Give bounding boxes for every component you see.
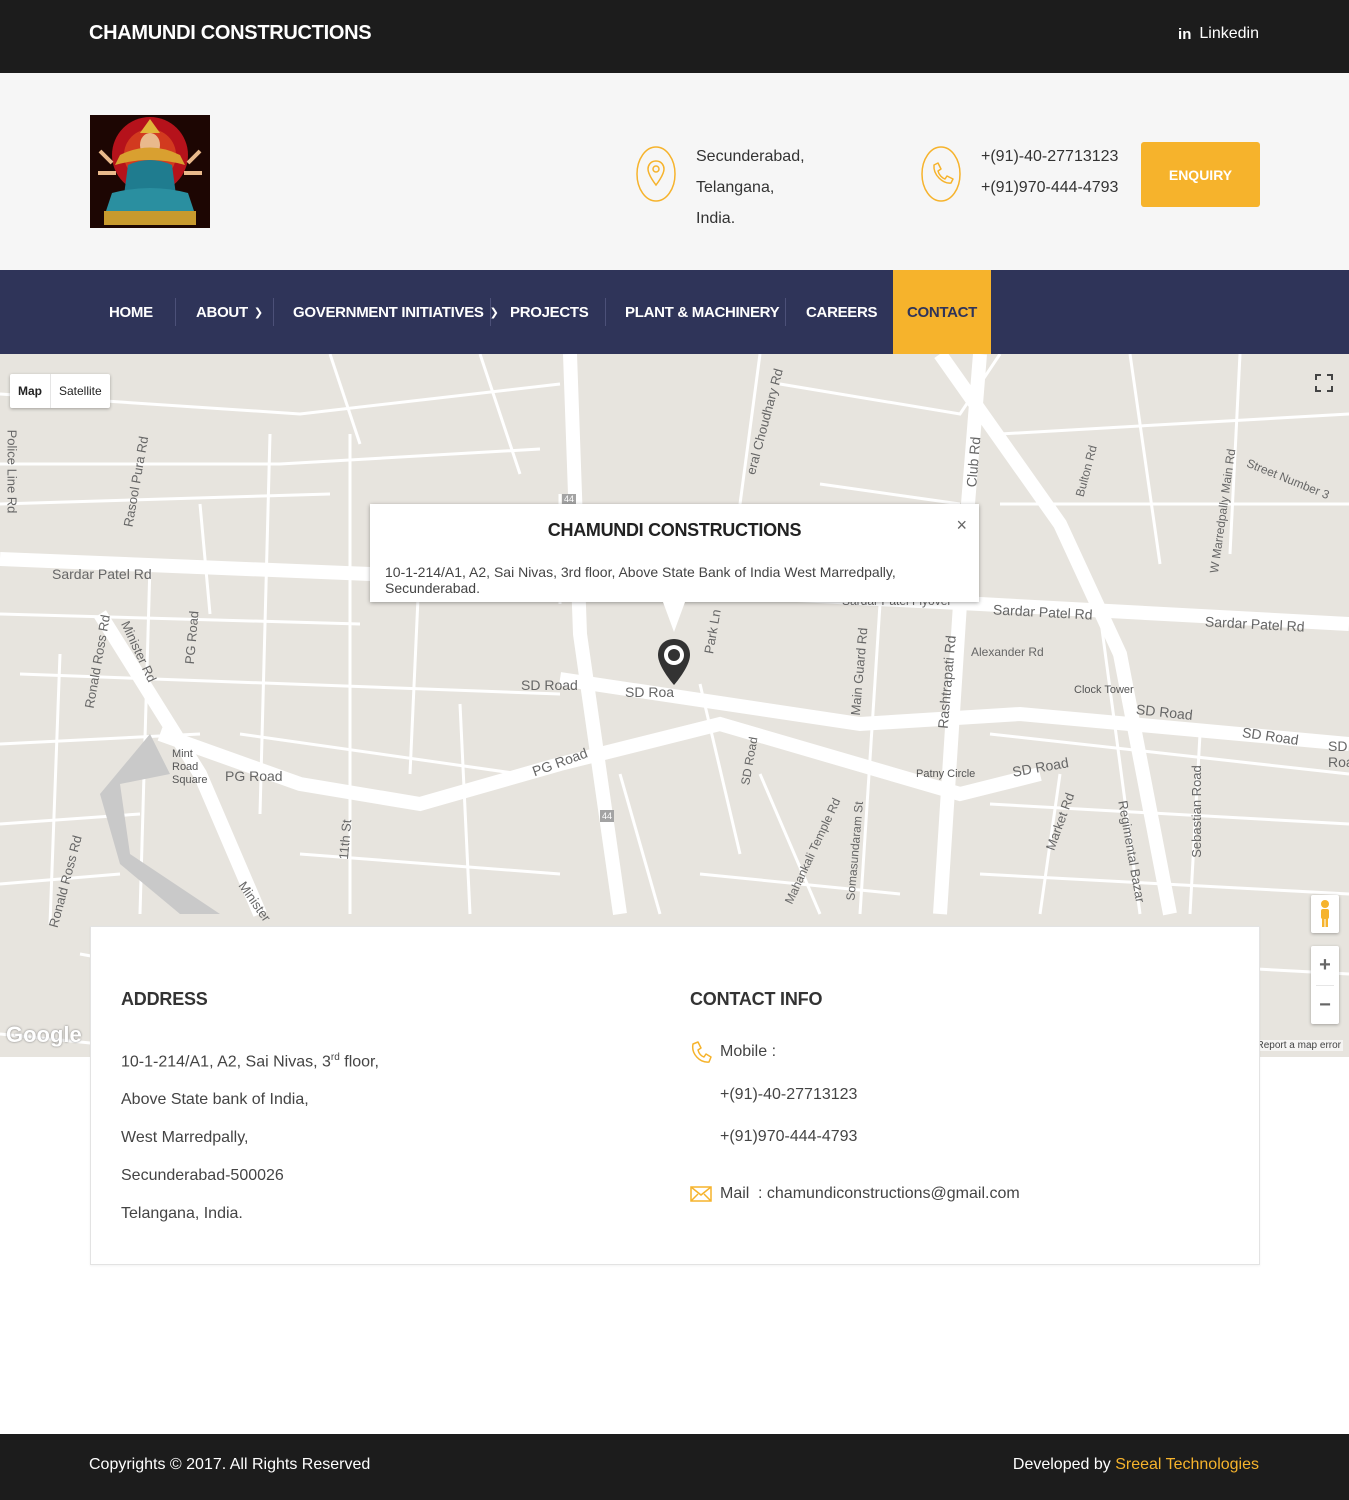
header: Secunderabad, Telangana, India. +(91)-40… — [0, 73, 1349, 270]
main-nav: HOME ABOUT ❯ GOVERNMENT INITIATIVES ❯ PROJ… — [0, 270, 1349, 354]
map-label: Sebastian Road — [1188, 765, 1204, 858]
mail-label: Mail — [720, 1185, 750, 1202]
header-phone2[interactable]: +(91)970-444-4793 — [981, 172, 1131, 203]
mobile-number-1[interactable]: +(91)-40-27713123 — [720, 1086, 857, 1104]
map-type-map-button[interactable]: Map — [10, 374, 51, 408]
map-label: PG Road — [225, 768, 283, 784]
nav-careers[interactable]: CAREERS — [806, 270, 878, 354]
fullscreen-icon[interactable] — [1311, 368, 1337, 398]
top-bar: CHAMUNDI CONSTRUCTIONS in Linkedin — [0, 0, 1349, 73]
map-label: Patny Circle — [916, 768, 976, 780]
map-pin-icon — [636, 145, 676, 203]
nav-divider — [490, 298, 491, 326]
nav-about[interactable]: ABOUT ❯ — [196, 270, 263, 354]
nav-contact[interactable]: CONTACT — [893, 270, 991, 354]
phone-icon — [921, 145, 961, 203]
google-logo[interactable]: Google — [6, 1022, 82, 1048]
address-line: West Marredpally, — [121, 1129, 249, 1147]
copyright-text: Copyrights © 2017. All Rights Reserved — [89, 1456, 371, 1473]
zoom-out-button[interactable]: − — [1311, 986, 1339, 1025]
address-line: 10-1-214/A1, A2, Sai Nivas, 3rd floor, — [121, 1052, 379, 1071]
map-label: Police Line Rd — [4, 429, 20, 514]
map-label: Mint Road Square — [172, 748, 208, 786]
developer-link[interactable]: Sreeal Technologies — [1115, 1456, 1259, 1473]
nav-projects[interactable]: PROJECTS — [510, 270, 589, 354]
linkedin-link[interactable]: in Linkedin — [1178, 25, 1259, 43]
report-map-error-link[interactable]: Report a map error — [1254, 1040, 1343, 1051]
map-type-toggle: Map Satellite — [10, 374, 110, 408]
linkedin-label: Linkedin — [1199, 25, 1259, 42]
developed-by-label: Developed by — [1012, 1456, 1116, 1473]
pegman-icon[interactable] — [1311, 895, 1339, 933]
chevron-down-icon: ❯ — [253, 306, 263, 319]
map-label: Clock Tower — [1074, 684, 1134, 696]
map-type-satellite-button[interactable]: Satellite — [51, 374, 110, 408]
location-line2: India. — [696, 210, 736, 227]
nav-home[interactable]: HOME — [109, 270, 153, 354]
map-label: SD Road — [1328, 738, 1349, 770]
contact-card: ADDRESS 10-1-214/A1, A2, Sai Nivas, 3rd … — [90, 926, 1260, 1265]
contact-info-heading: CONTACT INFO — [690, 989, 823, 1009]
map-zoom-control: + − — [1311, 946, 1339, 1024]
map-marker-icon[interactable] — [656, 637, 692, 705]
header-phone1[interactable]: +(91)-40-27713123 — [981, 141, 1131, 172]
phone-info: +(91)-40-27713123 +(91)970-444-4793 — [981, 141, 1131, 203]
address-line: Secunderabad-500026 — [121, 1167, 284, 1185]
logo[interactable] — [90, 115, 210, 228]
map-label: Alexander Rd — [971, 645, 1044, 659]
location-info: Secunderabad, Telangana, India. — [696, 141, 886, 234]
phone-icon — [690, 1041, 712, 1063]
info-window-address: 10-1-214/A1, A2, Sai Nivas, 3rd floor, A… — [385, 564, 896, 596]
nav-government-initiatives[interactable]: GOVERNMENT INITIATIVES ❯ — [293, 270, 499, 354]
address-heading: ADDRESS — [121, 989, 208, 1009]
map-label: Sardar Patel Rd — [52, 566, 152, 582]
linkedin-icon: in — [1178, 25, 1192, 43]
nav-divider — [273, 298, 274, 326]
mobile-number-2[interactable]: +(91)970-444-4793 — [720, 1128, 857, 1146]
nav-divider — [175, 298, 176, 326]
close-icon[interactable]: × — [956, 515, 967, 536]
nav-divider — [785, 298, 786, 326]
address-line: Above State bank of India, — [121, 1091, 309, 1109]
developer-credit: Developed by Sreeal Technologies — [1013, 1456, 1259, 1474]
highway-shield: 44 — [564, 494, 575, 504]
map-label: SD Road — [521, 677, 578, 693]
envelope-icon — [690, 1185, 712, 1207]
map-info-window: CHAMUNDI CONSTRUCTIONS 10-1-214/A1, A2, … — [370, 504, 979, 632]
footer: Copyrights © 2017. All Rights Reserved D… — [0, 1434, 1349, 1500]
enquiry-button[interactable]: ENQUIRY — [1141, 142, 1260, 207]
info-window-title: CHAMUNDI CONSTRUCTIONS — [547, 520, 802, 540]
address-line: Telangana, India. — [121, 1205, 243, 1223]
mobile-label: Mobile : — [720, 1043, 777, 1060]
location-line1: Secunderabad, Telangana, — [696, 148, 805, 196]
highway-shield: 44 — [602, 811, 613, 821]
brand-name[interactable]: CHAMUNDI CONSTRUCTIONS — [89, 22, 372, 45]
mail-address[interactable]: : chamundiconstructions@gmail.com — [758, 1185, 1020, 1203]
zoom-in-button[interactable]: + — [1311, 946, 1339, 985]
nav-divider — [605, 298, 606, 326]
address-block: 10-1-214/A1, A2, Sai Nivas, 3rd floor, A… — [121, 1039, 379, 1233]
nav-plant-machinery[interactable]: PLANT & MACHINERY — [625, 270, 780, 354]
